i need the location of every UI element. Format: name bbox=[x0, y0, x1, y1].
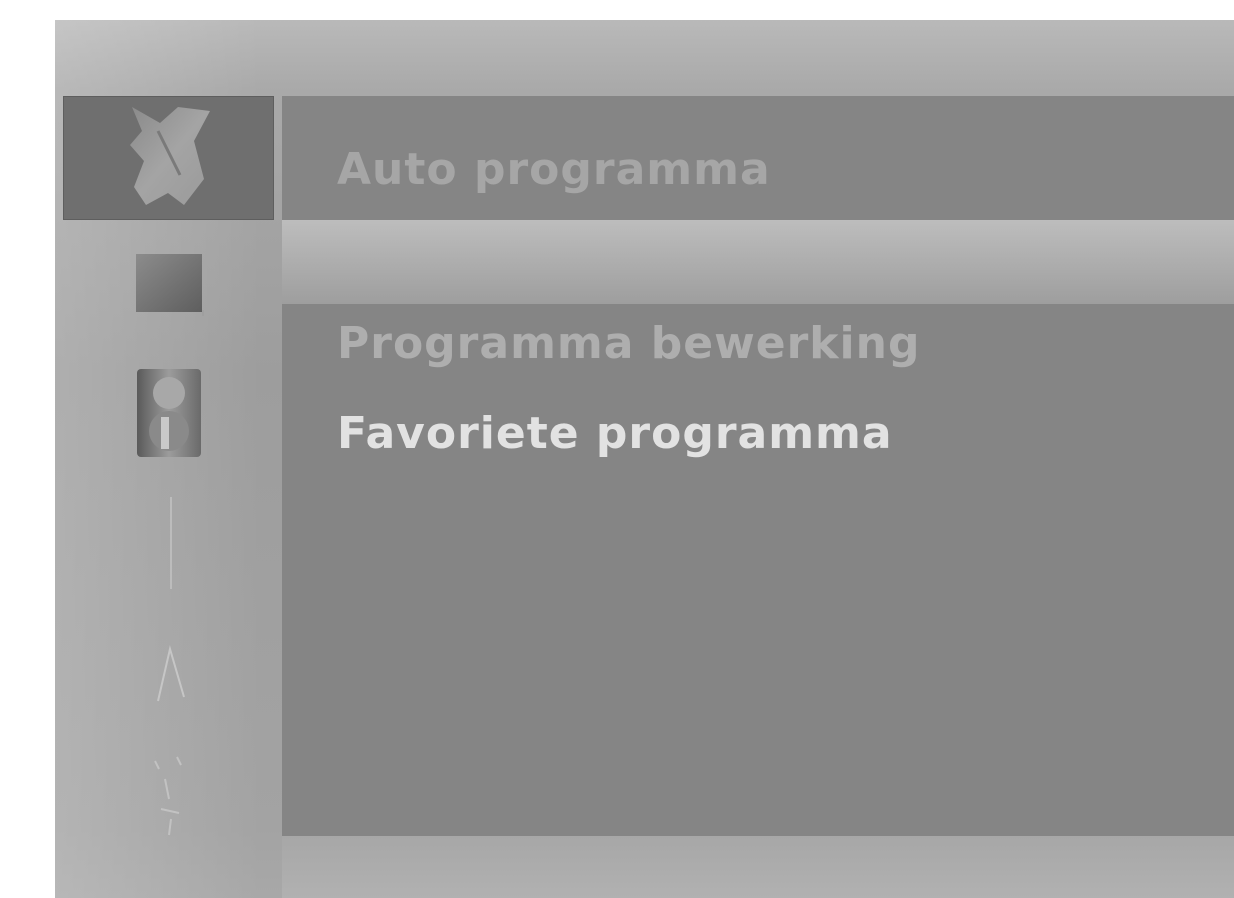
satellite-dish-icon bbox=[124, 101, 214, 215]
time-icon bbox=[149, 493, 189, 597]
menu-item-selected-highlight[interactable] bbox=[282, 220, 1234, 304]
menu-item-programma-bewerking[interactable]: Programma bewerking bbox=[337, 318, 920, 369]
special-icon bbox=[144, 639, 194, 713]
sidebar-item-special[interactable] bbox=[63, 626, 274, 726]
sidebar-item-picture[interactable] bbox=[63, 246, 274, 326]
menu-item-favoriete-programma[interactable]: Favoriete programma bbox=[337, 408, 893, 459]
menu-content-panel: Auto programma Programma bewerking Favor… bbox=[282, 96, 1234, 836]
screen-icon bbox=[139, 739, 199, 843]
sidebar-item-time[interactable] bbox=[63, 490, 274, 600]
picture-icon bbox=[134, 252, 204, 320]
sidebar-item-sound[interactable] bbox=[63, 360, 274, 470]
sidebar-item-screen[interactable] bbox=[63, 736, 274, 846]
menu-item-auto-programma[interactable]: Auto programma bbox=[337, 144, 771, 195]
menu-icon-sidebar bbox=[63, 96, 274, 836]
footer-band bbox=[282, 836, 1234, 898]
speaker-icon bbox=[131, 365, 207, 465]
tv-osd-screen: Auto programma Programma bewerking Favor… bbox=[55, 20, 1234, 898]
sidebar-item-station[interactable] bbox=[63, 96, 274, 220]
